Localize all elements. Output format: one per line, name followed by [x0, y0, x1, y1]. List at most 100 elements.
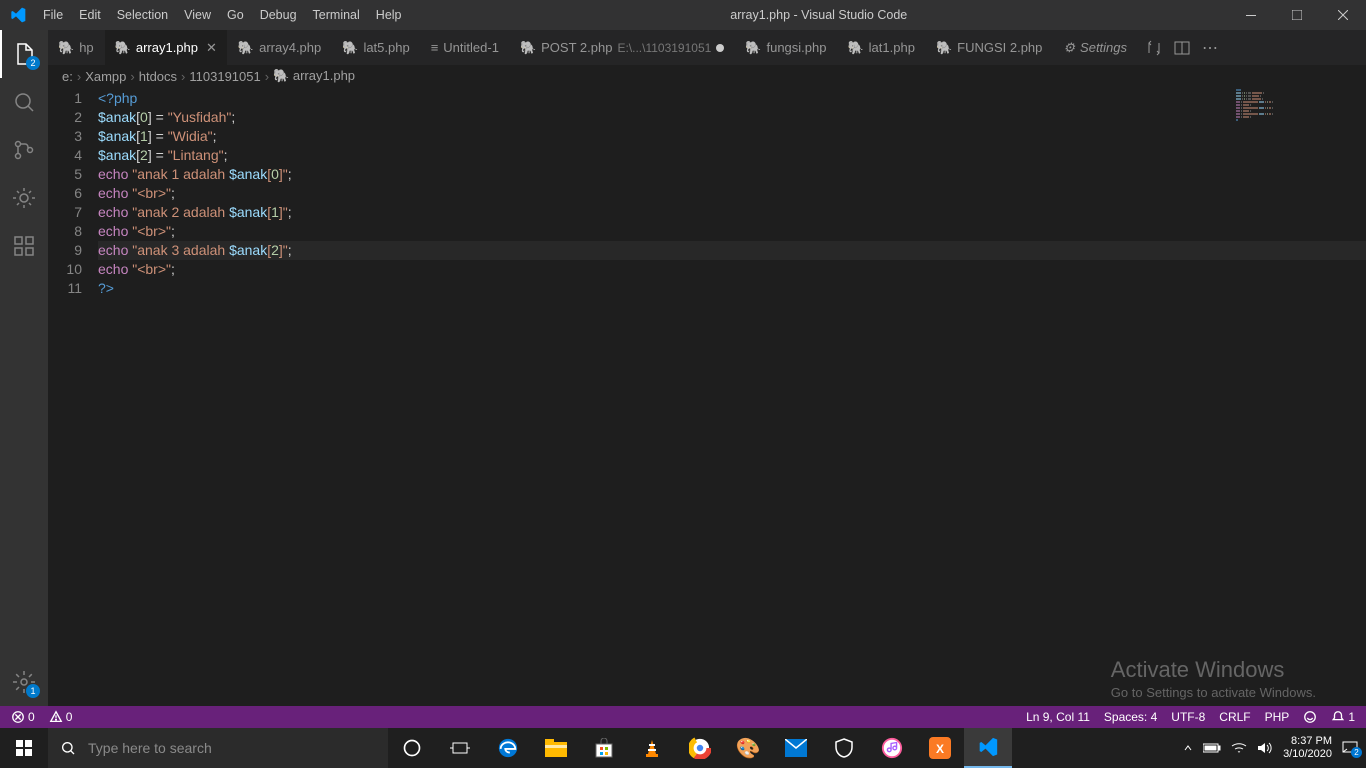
chrome-icon[interactable]: [676, 728, 724, 768]
status-spaces[interactable]: Spaces: 4: [1101, 710, 1160, 724]
status-feedback[interactable]: [1300, 710, 1320, 724]
taskbar-search[interactable]: Type here to search: [48, 728, 388, 768]
settings-badge: 1: [26, 684, 40, 698]
code-line[interactable]: $anak[2] = "Lintang";: [98, 146, 1366, 165]
close-button[interactable]: [1320, 0, 1366, 30]
tray-chevron-icon[interactable]: [1183, 743, 1193, 753]
cortana-icon[interactable]: [388, 728, 436, 768]
settings-gear-icon[interactable]: 1: [0, 658, 48, 706]
tray-notifications-icon[interactable]: 2: [1342, 740, 1358, 756]
tab-array4php[interactable]: 🐘array4.php: [228, 30, 332, 65]
windows-taskbar: Type here to search 🎨 X 8:37 PM 3/10/202…: [0, 728, 1366, 768]
more-icon[interactable]: ⋯: [1202, 38, 1218, 58]
tab-fungsiphp[interactable]: 🐘fungsi.php: [735, 30, 837, 65]
code-editor[interactable]: 1234567891011 <?php$anak[0] = "Yusfidah"…: [48, 87, 1366, 706]
taskbar-clock[interactable]: 8:37 PM 3/10/2020: [1283, 735, 1332, 761]
tab-array1php[interactable]: 🐘array1.php ✕: [105, 30, 228, 65]
tray-wifi-icon[interactable]: [1231, 742, 1247, 754]
tabs-bar: 🐘hp🐘array1.php ✕🐘array4.php🐘lat5.php≡Unt…: [48, 30, 1138, 65]
gear-icon: ⚙: [1063, 40, 1075, 56]
paint-icon[interactable]: 🎨: [724, 728, 772, 768]
code-line[interactable]: echo "<br>";: [98, 260, 1366, 279]
status-encoding[interactable]: UTF-8: [1168, 710, 1208, 724]
mail-icon[interactable]: [772, 728, 820, 768]
tab-fungsi2php[interactable]: 🐘FUNGSI 2.php: [926, 30, 1053, 65]
vlc-icon[interactable]: [628, 728, 676, 768]
window-title: array1.php - Visual Studio Code: [410, 8, 1228, 22]
php-icon: 🐘: [520, 40, 536, 56]
tab-lat1php[interactable]: 🐘lat1.php: [837, 30, 925, 65]
breadcrumb-item[interactable]: 1103191051: [189, 69, 260, 84]
breadcrumb[interactable]: e:›Xampp›htdocs›1103191051›🐘 array1.php: [48, 65, 1366, 87]
menu-selection[interactable]: Selection: [109, 0, 176, 30]
scrollbar[interactable]: [1352, 87, 1366, 706]
code-line[interactable]: echo "anak 1 adalah $anak[0]";: [98, 165, 1366, 184]
code-line[interactable]: echo "anak 2 adalah $anak[1]";: [98, 203, 1366, 222]
extensions-icon[interactable]: [0, 222, 48, 270]
breadcrumb-item[interactable]: Xampp: [85, 69, 126, 84]
maximize-button[interactable]: [1274, 0, 1320, 30]
tab-lat5php[interactable]: 🐘lat5.php: [332, 30, 420, 65]
menu-edit[interactable]: Edit: [71, 0, 109, 30]
code-line[interactable]: echo "<br>";: [98, 222, 1366, 241]
tray-battery-icon[interactable]: [1203, 743, 1221, 753]
debug-icon[interactable]: [0, 174, 48, 222]
activate-windows-watermark: Activate Windows Go to Settings to activ…: [1111, 657, 1316, 700]
explorer-app-icon[interactable]: [532, 728, 580, 768]
status-bar: 0 0 Ln 9, Col 11 Spaces: 4 UTF-8 CRLF PH…: [0, 706, 1366, 728]
xampp-icon[interactable]: X: [916, 728, 964, 768]
tab-post2php[interactable]: 🐘POST 2.php E:\...\1103191051: [510, 30, 735, 65]
close-tab-icon[interactable]: ✕: [206, 40, 217, 56]
php-icon: 🐘: [238, 40, 254, 56]
status-language[interactable]: PHP: [1262, 710, 1293, 724]
vscode-logo: [0, 7, 35, 23]
tab-untitled1[interactable]: ≡Untitled-1: [421, 30, 510, 65]
store-icon[interactable]: [580, 728, 628, 768]
php-icon: 🐘: [745, 40, 761, 56]
status-eol[interactable]: CRLF: [1216, 710, 1253, 724]
tab-settings[interactable]: ⚙Settings: [1053, 30, 1138, 65]
explorer-badge: 2: [26, 56, 40, 70]
code-line[interactable]: $anak[0] = "Yusfidah";: [98, 108, 1366, 127]
code-content[interactable]: <?php$anak[0] = "Yusfidah";$anak[1] = "W…: [98, 87, 1366, 706]
tray-volume-icon[interactable]: [1257, 741, 1273, 755]
php-icon: 🐘: [847, 40, 863, 56]
code-line[interactable]: echo "<br>";: [98, 184, 1366, 203]
status-errors[interactable]: 0: [8, 710, 38, 724]
breadcrumb-item[interactable]: e:: [62, 69, 73, 84]
security-icon[interactable]: [820, 728, 868, 768]
menu-file[interactable]: File: [35, 0, 71, 30]
taskbar-apps: 🎨 X: [388, 728, 1012, 768]
search-icon[interactable]: [0, 78, 48, 126]
code-line[interactable]: echo "anak 3 adalah $anak[2]";: [98, 241, 1366, 260]
menu-view[interactable]: View: [176, 0, 219, 30]
activity-bar: 2 1: [0, 30, 48, 706]
status-cursor[interactable]: Ln 9, Col 11: [1023, 710, 1093, 724]
vscode-app-icon[interactable]: [964, 728, 1012, 768]
start-button[interactable]: [0, 728, 48, 768]
menu-bar: FileEditSelectionViewGoDebugTerminalHelp: [35, 0, 410, 30]
tab-hp[interactable]: 🐘hp: [48, 30, 105, 65]
minimap[interactable]: [1232, 87, 1352, 706]
code-line[interactable]: ?>: [98, 279, 1366, 298]
taskview-icon[interactable]: [436, 728, 484, 768]
tab-actions: ⋯: [1138, 30, 1226, 65]
explorer-icon[interactable]: 2: [0, 30, 48, 78]
code-line[interactable]: $anak[1] = "Widia";: [98, 127, 1366, 146]
breadcrumb-item[interactable]: 🐘 array1.php: [273, 68, 355, 84]
breadcrumb-item[interactable]: htdocs: [139, 69, 177, 84]
menu-terminal[interactable]: Terminal: [305, 0, 368, 30]
menu-help[interactable]: Help: [368, 0, 410, 30]
menu-debug[interactable]: Debug: [252, 0, 305, 30]
menu-go[interactable]: Go: [219, 0, 252, 30]
source-control-icon[interactable]: [0, 126, 48, 174]
edge-icon[interactable]: [484, 728, 532, 768]
compare-icon[interactable]: [1146, 40, 1162, 56]
itunes-icon[interactable]: [868, 728, 916, 768]
split-icon[interactable]: [1174, 40, 1190, 56]
status-warnings[interactable]: 0: [46, 710, 76, 724]
minimize-button[interactable]: [1228, 0, 1274, 30]
status-notifications[interactable]: 1: [1328, 710, 1358, 724]
code-line[interactable]: <?php: [98, 89, 1366, 108]
dirty-dot-icon: [716, 44, 724, 52]
